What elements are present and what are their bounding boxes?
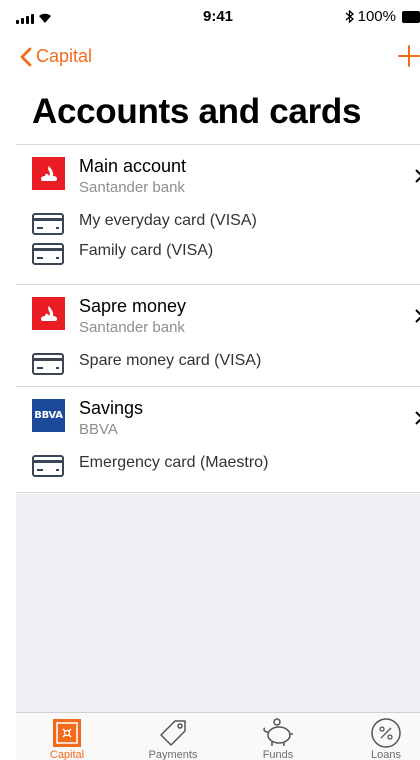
back-button[interactable]: Capital xyxy=(20,46,92,67)
add-button[interactable] xyxy=(398,44,420,73)
tab-label: Loans xyxy=(371,749,401,760)
chevron-right-icon xyxy=(415,411,420,425)
chevron-right-icon xyxy=(415,309,420,323)
tab-loans[interactable]: Loans xyxy=(346,717,420,760)
chevron-left-icon xyxy=(20,47,32,66)
account-row-main[interactable]: Main account Santander bank xyxy=(16,145,420,197)
credit-card-icon xyxy=(32,243,64,265)
chevron-right-icon xyxy=(415,169,420,183)
plus-icon xyxy=(398,45,420,67)
account-row-savings[interactable]: BBVA Savings BBVA xyxy=(16,387,420,439)
card-row[interactable]: Emergency card (Maestro) xyxy=(16,449,420,479)
card-row[interactable]: My everyday card (VISA) xyxy=(16,207,420,237)
tab-label: Payments xyxy=(148,749,198,760)
account-name: Savings xyxy=(79,398,144,418)
back-label: Capital xyxy=(36,46,93,66)
tag-icon xyxy=(160,720,186,746)
credit-card-icon xyxy=(32,213,64,235)
account-group: Sapre money Santander bank Spare money c… xyxy=(16,285,420,387)
account-row-spare[interactable]: Sapre money Santander bank xyxy=(16,285,420,337)
tab-funds[interactable]: Funds xyxy=(238,717,318,760)
battery-icon xyxy=(402,10,420,23)
status-right: 100% xyxy=(345,8,420,25)
bluetooth-icon xyxy=(345,10,354,23)
page-title: Accounts and cards xyxy=(32,92,362,131)
empty-area xyxy=(16,494,420,712)
status-bar: 9:41 100% xyxy=(16,0,420,32)
phone-screen: 9:41 100% Capital Accounts and cards Mai… xyxy=(16,0,420,760)
card-row[interactable]: Family card (VISA) xyxy=(16,237,420,267)
credit-card-icon xyxy=(32,455,64,477)
card-label: Spare money card (VISA) xyxy=(79,352,262,369)
piggy-bank-icon xyxy=(263,718,293,746)
santander-logo xyxy=(32,157,65,190)
accounts-list: Main account Santander bank My everyday … xyxy=(16,145,420,493)
tab-capital[interactable]: Capital xyxy=(27,717,107,760)
account-name: Sapre money xyxy=(79,296,187,316)
battery-percent: 100% xyxy=(357,8,396,25)
account-bank: BBVA xyxy=(79,421,118,438)
card-row[interactable]: Spare money card (VISA) xyxy=(16,347,420,377)
percent-icon xyxy=(371,718,401,748)
tab-payments[interactable]: Payments xyxy=(133,717,213,760)
card-label: My everyday card (VISA) xyxy=(79,212,257,229)
card-label: Family card (VISA) xyxy=(79,242,214,259)
account-bank: Santander bank xyxy=(79,179,185,196)
tab-label: Funds xyxy=(262,749,294,760)
santander-logo xyxy=(32,297,65,330)
credit-card-icon xyxy=(32,353,64,375)
tab-label: Capital xyxy=(49,749,85,760)
account-group: Main account Santander bank My everyday … xyxy=(16,145,420,285)
account-bank: Santander bank xyxy=(79,319,185,336)
tab-bar: Capital Payments Funds Loans xyxy=(16,712,420,760)
account-name: Main account xyxy=(79,156,187,176)
account-group: BBVA Savings BBVA Emergency card (Maestr… xyxy=(16,387,420,493)
card-label: Emergency card (Maestro) xyxy=(79,454,269,471)
navigation-bar: Capital xyxy=(16,40,420,80)
safe-icon xyxy=(53,719,81,747)
bbva-logo: BBVA xyxy=(32,399,65,432)
